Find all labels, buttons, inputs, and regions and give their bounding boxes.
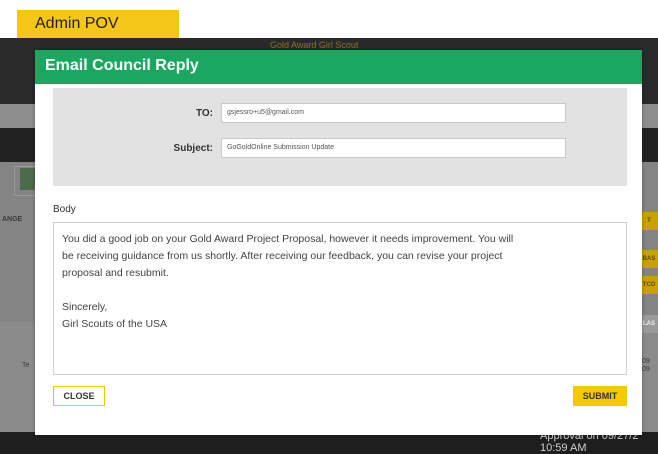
subject-field[interactable]: GoGoldOnline Submission Update <box>221 138 566 158</box>
app-chip-3: TCO <box>640 276 658 294</box>
pov-tag: Admin POV <box>17 10 179 38</box>
app-lower-label: Te <box>22 362 30 369</box>
to-field[interactable]: gsjessro+u5@gmail.com <box>221 103 566 123</box>
body-line-4: Sincerely, <box>62 301 108 313</box>
body-textarea[interactable]: You did a good job on your Gold Award Pr… <box>53 222 627 375</box>
body-line-2: be receiving guidance from us shortly. A… <box>62 250 503 262</box>
submit-button[interactable]: SUBMIT <box>573 386 627 406</box>
app-chip-1: T <box>640 212 658 230</box>
app-chip-4: LAS <box>640 315 658 333</box>
approval-line-2: 10:59 AM <box>540 442 587 454</box>
app-chip-2: BAS <box>640 250 658 268</box>
to-label: TO: <box>195 108 213 119</box>
email-fields-panel: TO: gsjessro+u5@gmail.com Subject: GoGol… <box>53 88 627 186</box>
body-line-5: Girl Scouts of the USA <box>62 318 168 330</box>
app-date-2: 09 <box>642 366 650 373</box>
email-council-reply-modal: Email Council Reply TO: gsjessro+u5@gmai… <box>35 50 642 435</box>
app-date-1: 09 <box>642 358 650 365</box>
app-header-title: Gold Award Girl Scout <box>270 40 359 50</box>
modal-title: Email Council Reply <box>45 57 199 74</box>
body-line-1: You did a good job on your Gold Award Pr… <box>62 233 514 245</box>
app-left-label: ANGE <box>2 216 23 223</box>
body-label: Body <box>53 204 76 215</box>
modal-header: Email Council Reply <box>35 50 642 84</box>
app-left-tab-indicator <box>20 168 36 190</box>
subject-label: Subject: <box>173 143 213 154</box>
close-button[interactable]: CLOSE <box>53 386 105 406</box>
body-line-3: proposal and resubmit. <box>62 267 169 279</box>
